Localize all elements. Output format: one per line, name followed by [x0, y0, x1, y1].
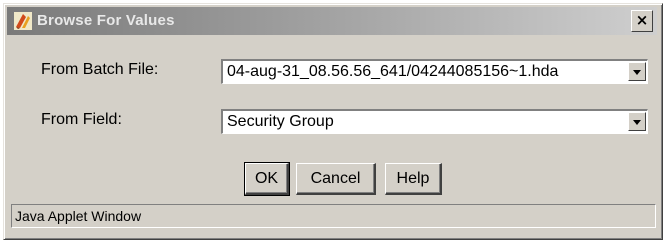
field-select[interactable]: Security Group: [221, 109, 648, 134]
field-value: Security Group: [227, 113, 334, 130]
batch-file-label: From Batch File:: [41, 61, 159, 78]
java-applet-icon: [14, 12, 32, 30]
status-text: Java Applet Window: [15, 208, 142, 224]
batch-file-value: 04-aug-31_08.56.56_641/04244085156~1.hda: [227, 63, 559, 80]
chevron-down-icon[interactable]: [628, 112, 646, 131]
chevron-down-icon[interactable]: [628, 62, 646, 81]
close-button[interactable]: ×: [631, 10, 653, 32]
cancel-button[interactable]: Cancel: [296, 163, 376, 195]
ok-button[interactable]: OK: [244, 162, 290, 196]
batch-file-select[interactable]: 04-aug-31_08.56.56_641/04244085156~1.hda: [221, 59, 648, 84]
close-icon: ×: [635, 11, 649, 29]
status-bar: Java Applet Window: [11, 204, 656, 228]
title-bar[interactable]: Browse For Values ×: [7, 7, 657, 35]
field-label: From Field:: [41, 111, 122, 128]
window-title: Browse For Values: [37, 12, 175, 29]
help-button[interactable]: Help: [385, 163, 442, 195]
